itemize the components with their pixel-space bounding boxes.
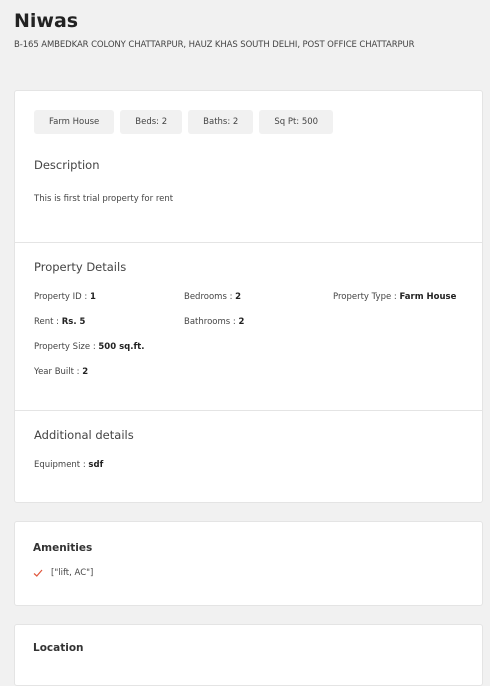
- detail-property-type: Property Type : Farm House: [333, 292, 457, 302]
- location-card: Location: [14, 624, 483, 686]
- property-overview-card: Farm House Beds: 2 Baths: 2 Sq Pt: 500 D…: [14, 90, 483, 503]
- amenities-card: Amenities ["lift, AC"]: [14, 521, 483, 606]
- detail-equipment: Equipment : sdf: [34, 460, 104, 470]
- detail-property-id: Property ID : 1: [34, 292, 96, 302]
- property-header: Niwas B-165 AMBEDKAR COLONY CHATTARPUR, …: [14, 10, 484, 50]
- chip-baths: Baths: 2: [188, 110, 254, 134]
- description-text: This is first trial property for rent: [34, 194, 174, 204]
- property-address: B-165 AMBEDKAR COLONY CHATTARPUR, HAUZ K…: [14, 40, 415, 50]
- chip-property-type: Farm House: [34, 110, 115, 134]
- property-chips: Farm House Beds: 2 Baths: 2 Sq Pt: 500: [34, 110, 334, 134]
- amenities-heading: Amenities: [33, 542, 93, 554]
- additional-details-heading: Additional details: [34, 428, 134, 442]
- amenity-item: ["lift, AC"]: [33, 568, 93, 578]
- description-heading: Description: [34, 158, 100, 172]
- property-title: Niwas: [14, 10, 79, 32]
- chip-sqft: Sq Pt: 500: [259, 110, 334, 134]
- section-divider: [15, 410, 482, 411]
- detail-bathrooms: Bathrooms : 2: [184, 317, 245, 327]
- location-heading: Location: [33, 642, 84, 654]
- detail-year-built: Year Built : 2: [34, 367, 89, 377]
- amenity-label: ["lift, AC"]: [51, 568, 94, 578]
- check-icon: [33, 568, 43, 578]
- detail-bedrooms: Bedrooms : 2: [184, 292, 242, 302]
- property-details-heading: Property Details: [34, 260, 127, 274]
- chip-beds: Beds: 2: [120, 110, 183, 134]
- section-divider: [15, 242, 482, 243]
- detail-rent: Rent : Rs. 5: [34, 317, 86, 327]
- detail-property-size: Property Size : 500 sq.ft.: [34, 342, 145, 352]
